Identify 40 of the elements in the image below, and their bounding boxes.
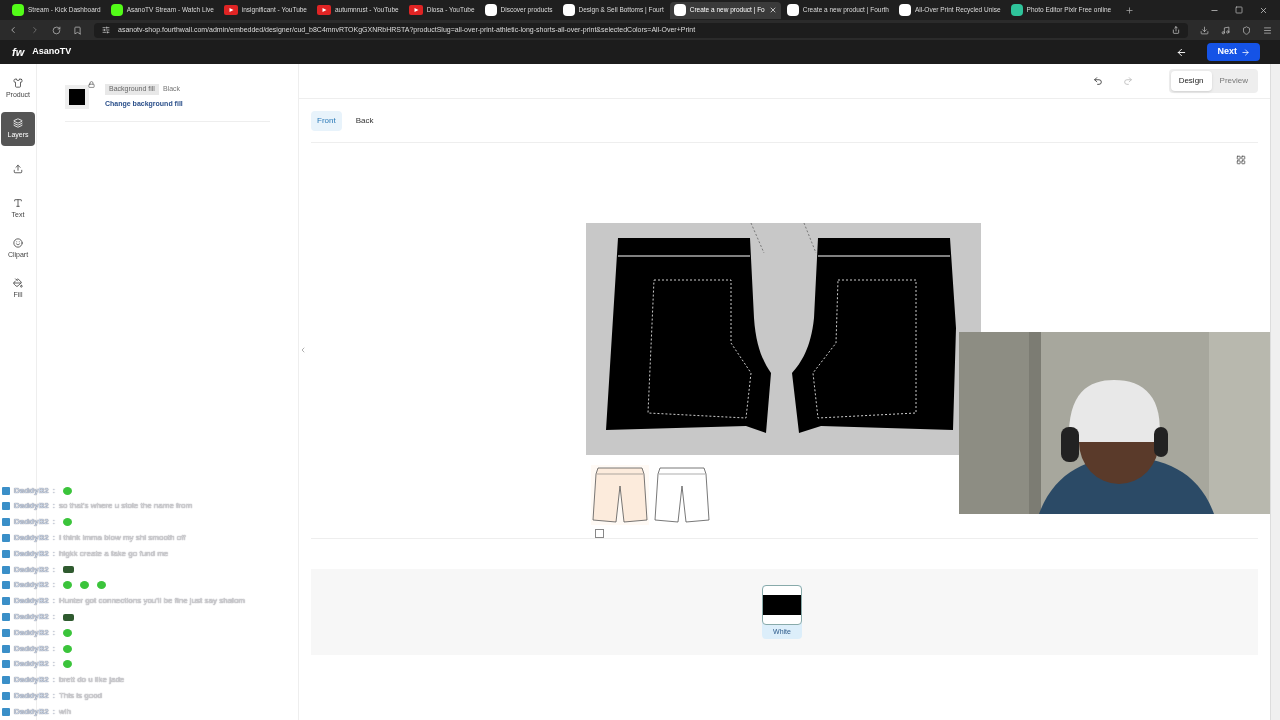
chat-username: DaddyB2: [14, 532, 49, 545]
chat-username: DaddyB2: [14, 500, 49, 513]
chat-username: DaddyB2: [14, 658, 49, 671]
chat-username: DaddyB2: [14, 563, 49, 576]
chat-separator: :: [52, 516, 55, 529]
chat-username: DaddyB2: [14, 690, 49, 703]
shop-name: AsanoTV: [32, 45, 72, 59]
chat-username: DaddyB2: [14, 642, 49, 655]
next-button[interactable]: Next: [1207, 43, 1260, 61]
chat-username: DaddyB2: [14, 674, 49, 687]
chat-separator: :: [52, 595, 55, 608]
brand-logo: fw: [12, 44, 25, 60]
side-tab[interactable]: Front: [311, 110, 342, 131]
chat-username: DaddyB2: [14, 484, 49, 497]
chat-separator: :: [52, 674, 55, 687]
chat-separator: :: [52, 484, 55, 497]
chat-separator: :: [52, 500, 55, 513]
mode-tab[interactable]: Preview: [1211, 71, 1256, 91]
chat-separator: :: [52, 579, 55, 592]
chat-username: DaddyB2: [14, 516, 49, 529]
chat-separator: :: [52, 611, 55, 624]
chat-separator: :: [52, 690, 55, 703]
chat-username: DaddyB2: [14, 547, 49, 560]
chat-username: DaddyB2: [14, 611, 49, 624]
chat-separator: :: [52, 642, 55, 655]
chat-username: DaddyB2: [14, 579, 49, 592]
chat-message: wih: [58, 705, 71, 718]
chat-separator: :: [52, 563, 55, 576]
chat-separator: :: [52, 626, 55, 639]
chat-separator: :: [52, 658, 55, 671]
chat-message: This is good: [58, 690, 103, 703]
chat-message: Hunter got connections you'll be fine just say shalom: [58, 595, 245, 608]
chat-username: DaddyB2: [14, 626, 49, 639]
mode-tab[interactable]: Design: [1170, 71, 1212, 91]
chat-separator: :: [52, 547, 55, 560]
side-tab[interactable]: Back: [349, 110, 380, 131]
chat-separator: :: [52, 532, 55, 545]
chat-separator: :: [52, 705, 55, 718]
chat-username: DaddyB2: [14, 705, 49, 718]
chat-username: DaddyB2: [14, 595, 49, 608]
